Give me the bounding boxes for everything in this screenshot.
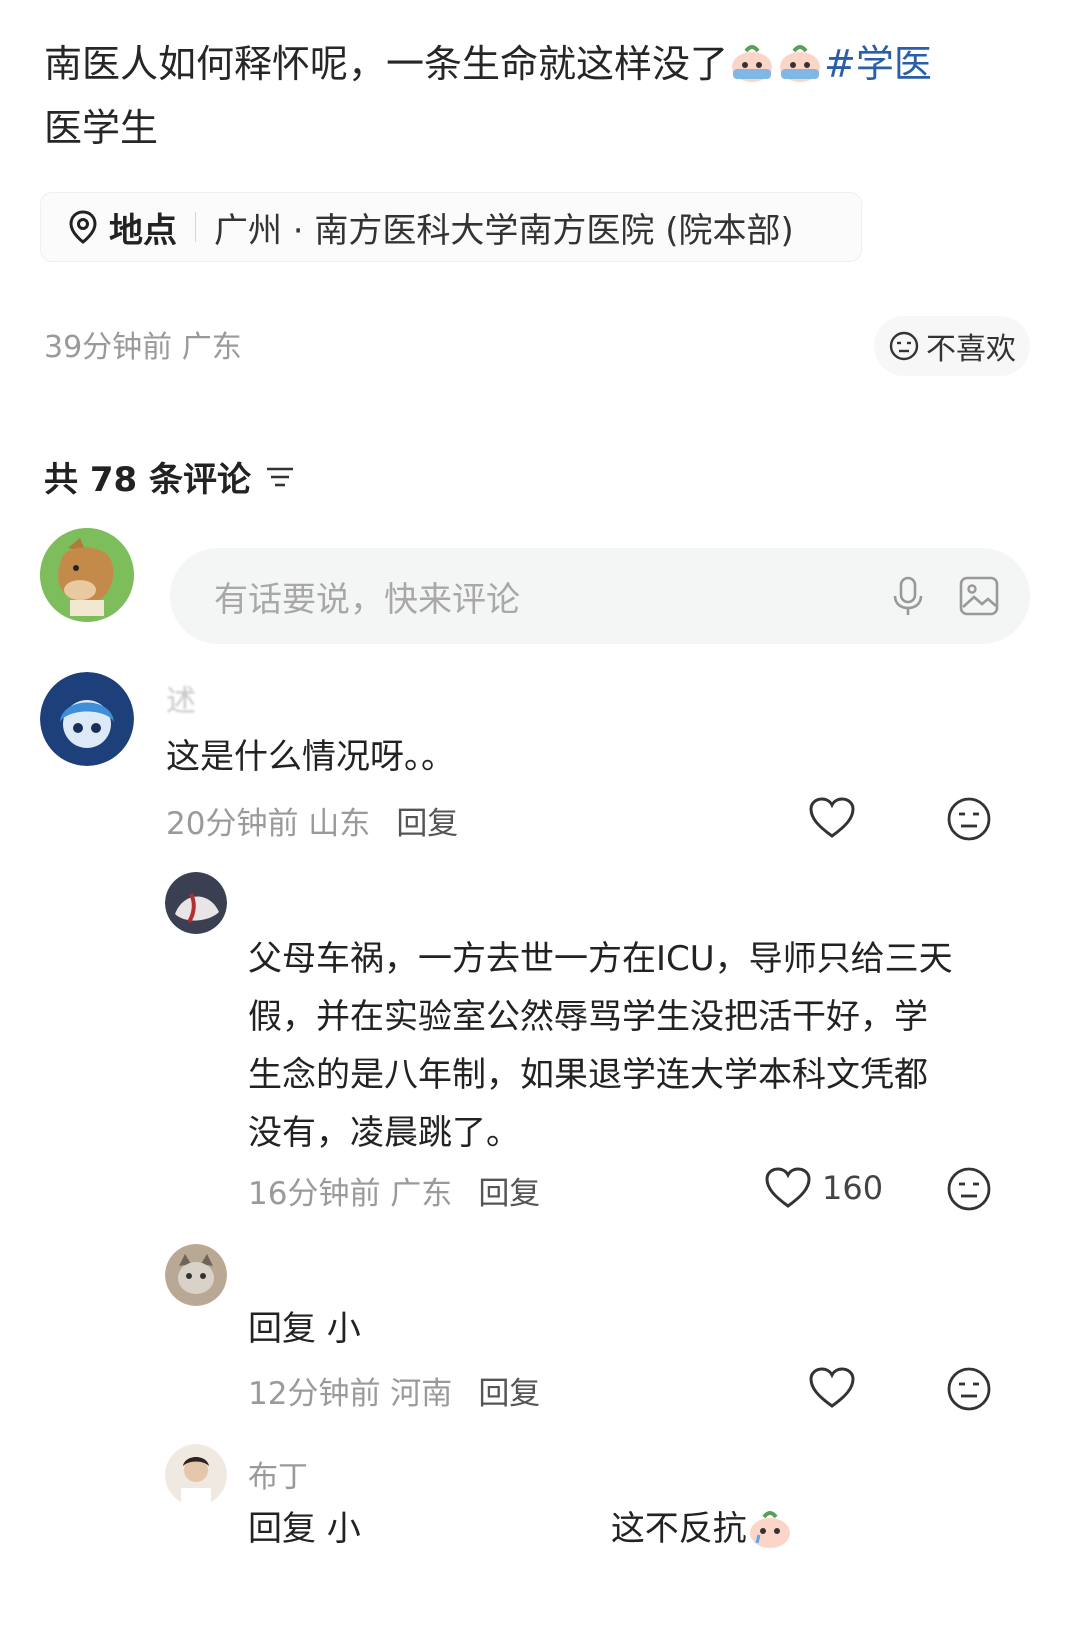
comment-time-region: 12分钟前 河南 <box>248 1376 453 1412</box>
comment-count-header: 共 78 条评论 <box>44 452 295 501</box>
filter-icon[interactable] <box>265 464 295 490</box>
image-icon[interactable] <box>958 575 1000 617</box>
hashtag-link[interactable]: #学医 <box>824 42 932 86</box>
comment-text-line: 没有，凌晨跳了。 <box>248 1113 520 1153</box>
crying-face-emoji <box>749 1511 790 1548</box>
neutral-face-icon[interactable] <box>946 1166 992 1212</box>
commenter-avatar[interactable] <box>165 1244 227 1306</box>
commenter-avatar[interactable] <box>40 672 134 766</box>
reply-button[interactable]: 回复 <box>478 1176 540 1212</box>
user-avatar[interactable] <box>40 528 134 622</box>
comment-text: 回复 小 <box>248 1309 361 1349</box>
character-avatar-image <box>165 872 227 934</box>
comment-input[interactable]: 有话要说，快来评论 <box>170 548 1030 644</box>
comment-meta: 16分钟前 广东 回复 <box>248 1168 540 1213</box>
neutral-face-icon <box>889 331 919 361</box>
comment-meta: 12分钟前 河南 回复 <box>248 1368 540 1413</box>
divider <box>195 212 196 242</box>
like-count: 160 <box>822 1169 884 1207</box>
post-time-region: 39分钟前 广东 <box>44 330 242 365</box>
comment-text-prefix: 回复 小 <box>248 1509 361 1549</box>
comment-input-placeholder: 有话要说，快来评论 <box>214 579 520 620</box>
comment-time-region: 20分钟前 山东 <box>166 806 371 842</box>
comment-text: 父母车祸，一方去世一方在ICU，导师只给三天 假，并在实验室公然辱骂学生没把活干… <box>248 930 1028 1162</box>
cat-avatar-image <box>165 1244 227 1306</box>
comment-text: 回复 小 这不反抗 <box>248 1500 1048 1558</box>
comment-text-line: 生念的是八年制，如果退学连大学本科文凭都 <box>248 1055 928 1095</box>
comment-username[interactable]: 述 <box>166 676 196 720</box>
location-value: 广州 · 南方医科大学南方医院 (院本部) <box>214 210 794 251</box>
comment-text-line: 父母车祸，一方去世一方在ICU，导师只给三天 <box>248 939 953 979</box>
heart-icon[interactable] <box>808 796 856 840</box>
post-title-text: 南医人如何释怀呢，一条生命就这样没了 <box>44 42 729 86</box>
crying-face-emoji <box>732 45 773 82</box>
commenter-avatar[interactable] <box>165 872 227 934</box>
location-label: 地点 <box>109 210 177 251</box>
commenter-avatar[interactable] <box>165 1444 227 1506</box>
neutral-face-icon[interactable] <box>946 1366 992 1412</box>
like-button[interactable]: 160 <box>764 1166 883 1210</box>
post-title: 南医人如何释怀呢，一条生命就这样没了 #学医 医学生 <box>44 32 1034 160</box>
comment-username[interactable]: 布丁 <box>248 1452 308 1496</box>
heart-icon <box>765 1167 811 1208</box>
crying-face-emoji <box>780 45 821 82</box>
microphone-icon[interactable] <box>888 574 928 618</box>
comment-time-region: 16分钟前 广东 <box>248 1176 453 1212</box>
reply-button[interactable]: 回复 <box>478 1376 540 1412</box>
location-tag[interactable]: 地点 广州 · 南方医科大学南方医院 (院本部) <box>40 192 862 262</box>
anime-avatar-image <box>40 672 134 766</box>
location-pin-icon <box>69 210 97 244</box>
heart-icon[interactable] <box>808 1366 856 1410</box>
comment-meta: 20分钟前 山东 回复 <box>166 798 458 843</box>
dislike-button[interactable]: 不喜欢 <box>874 316 1030 376</box>
comment-text-line: 假，并在实验室公然辱骂学生没把活干好，学 <box>248 997 928 1037</box>
horse-mask-avatar-image <box>40 528 134 622</box>
reply-button[interactable]: 回复 <box>396 806 458 842</box>
comment-count: 共 78 条评论 <box>44 460 251 500</box>
neutral-face-icon[interactable] <box>946 796 992 842</box>
comment-text-suffix: 这不反抗 <box>610 1509 747 1549</box>
hashtag-link[interactable]: 医学生 <box>44 106 158 150</box>
person-avatar-image <box>165 1444 227 1506</box>
comment-text: 这是什么情况呀。。 <box>166 737 455 777</box>
dislike-label: 不喜欢 <box>926 332 1016 367</box>
